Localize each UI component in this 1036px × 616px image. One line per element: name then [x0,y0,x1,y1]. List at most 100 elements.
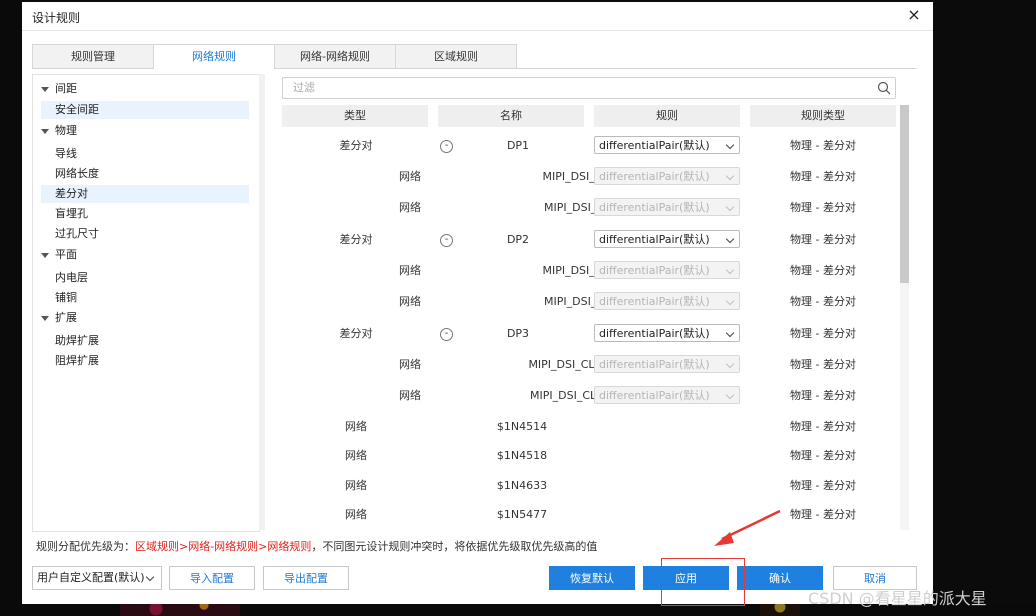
tree-item-diff-pair[interactable]: 差分对 [41,185,249,203]
header-rule-type: 规则类型 [750,105,896,127]
tree-item-solder-mask-expansion[interactable]: 阻焊扩展 [55,352,99,370]
tree-item-paste-expansion[interactable]: 助焊扩展 [55,332,99,350]
rule-select: differentialPair(默认) [594,198,740,216]
cell-type: 网络 [399,201,421,214]
cell-rule-type: 物理 - 差分对 [790,264,856,277]
restore-default-button[interactable]: 恢复默认 [549,566,635,590]
rule-select: differentialPair(默认) [594,167,740,185]
tree-item-blind-buried-via[interactable]: 盲埋孔 [55,205,88,223]
caret-down-icon[interactable] [41,315,49,321]
cell-rule-type: 物理 - 差分对 [790,201,856,214]
table-row[interactable]: 网络 MIPI_DSI_1P differentialPair(默认) 物理 - 差分… [282,287,902,317]
tree-node-plane[interactable]: 平面 [41,246,251,264]
filter-field [282,77,896,99]
cell-type: 网络 [399,264,421,277]
annotation-highlight-box [661,558,745,606]
rule-select: differentialPair(默认) [594,261,740,279]
import-config-button[interactable]: 导入配置 [169,566,255,590]
chevron-down-icon [725,296,735,306]
cell-rule-type: 物理 - 差分对 [790,420,856,433]
scrollbar-thumb[interactable] [900,105,909,283]
panel-splitter[interactable] [259,74,265,530]
collapse-icon[interactable]: - [440,140,453,153]
tab-rule-management[interactable]: 规则管理 [32,44,154,68]
chevron-down-icon [145,572,155,582]
dialog-title: 设计规则 [32,11,81,25]
cell-type: 网络 [399,358,421,371]
rule-select: differentialPair(默认) [594,355,740,373]
tree-item-net-length[interactable]: 网络长度 [55,165,99,183]
tree-item-inner-layer[interactable]: 内电层 [55,269,88,287]
chevron-down-icon [725,234,735,244]
caret-down-icon[interactable] [41,128,49,134]
cell-type: 差分对 [339,327,373,340]
tab-net-rules[interactable]: 网络规则 [153,44,275,69]
cell-name: $1N5477 [496,508,548,521]
cell-rule-type: 物理 - 差分对 [790,233,856,246]
caret-down-icon[interactable] [41,86,49,92]
rule-select[interactable]: differentialPair(默认) [594,230,740,248]
rule-select[interactable]: differentialPair(默认) [594,136,740,154]
config-select[interactable]: 用户自定义配置(默认) [32,566,162,590]
table-row[interactable]: 网络 MIPI_DSI_1N differentialPair(默认) 物理 - 差分… [282,256,902,286]
title-bar: 设计规则 × [22,2,933,31]
tree-node-physical[interactable]: 物理 [41,122,251,140]
caret-down-icon[interactable] [41,252,49,258]
table-row[interactable]: 网络 MIPI_DSI_0N differentialPair(默认) 物理 - 差分… [282,162,902,192]
search-icon[interactable] [877,81,891,95]
background-right [933,0,1036,616]
cell-name: $1N4633 [496,479,548,492]
table-row[interactable]: 网络 $1N4633 物理 - 差分对 [282,471,902,501]
table-row[interactable]: 网络 MIPI_DSI_0P differentialPair(默认) 物理 - 差分… [282,193,902,223]
filter-input[interactable] [291,78,855,98]
cell-rule-type: 物理 - 差分对 [790,358,856,371]
cell-rule-type: 物理 - 差分对 [790,295,856,308]
cell-rule-type: 物理 - 差分对 [790,139,856,152]
tree-item-track[interactable]: 导线 [55,145,77,163]
cell-type: 网络 [345,508,367,521]
table-row[interactable]: 差分对 - DP3 differentialPair(默认) 物理 - 差分对 [282,319,902,349]
table-row[interactable]: 差分对 - DP2 differentialPair(默认) 物理 - 差分对 [282,225,902,255]
tab-region-rules[interactable]: 区域规则 [395,44,517,68]
rule-select: differentialPair(默认) [594,292,740,310]
collapse-icon[interactable]: - [440,234,453,247]
cell-rule-type: 物理 - 差分对 [790,449,856,462]
tree-node-expansion[interactable]: 扩展 [41,309,251,327]
cell-name: DP2 [506,233,530,246]
cell-type: 差分对 [339,139,373,152]
rule-select[interactable]: differentialPair(默认) [594,324,740,342]
table-row[interactable]: 差分对 - DP1 differentialPair(默认) 物理 - 差分对 [282,131,902,161]
cell-type: 网络 [345,479,367,492]
cell-type: 网络 [399,170,421,183]
cell-rule-type: 物理 - 差分对 [790,327,856,340]
table-row[interactable]: 网络 MIPI_DSI_CLKN differentialPair(默认) 物理 - … [282,350,902,380]
chevron-down-icon [725,171,735,181]
tree-item-copper-pour[interactable]: 铺铜 [55,289,77,307]
rule-select: differentialPair(默认) [594,386,740,404]
close-icon[interactable]: × [906,6,922,24]
cell-rule-type: 物理 - 差分对 [790,479,856,492]
chevron-down-icon [725,328,735,338]
cell-rule-type: 物理 - 差分对 [790,389,856,402]
watermark: CSDN @看星星的派大星 [808,589,987,608]
header-rule: 规则 [594,105,740,127]
cell-name: DP3 [506,327,530,340]
cell-type: 网络 [345,420,367,433]
table-row[interactable]: 网络 $1N4514 物理 - 差分对 [282,412,902,442]
table-row[interactable]: 网络 MIPI_DSI_CLKP differentialPair(默认) 物理 - … [282,381,902,411]
chevron-down-icon [725,140,735,150]
tree-item-safety-spacing[interactable]: 安全间距 [41,101,249,119]
tree-item-via-size[interactable]: 过孔尺寸 [55,225,99,243]
header-type: 类型 [282,105,428,127]
cell-name: DP1 [506,139,530,152]
table-row[interactable]: 网络 $1N5477 物理 - 差分对 [282,500,902,530]
tab-net-to-net-rules[interactable]: 网络-网络规则 [274,44,396,68]
tree-node-spacing[interactable]: 间距 [41,80,251,98]
export-config-button[interactable]: 导出配置 [263,566,349,590]
collapse-icon[interactable]: - [440,328,453,341]
priority-note: 规则分配优先级为：区域规则>网络-网络规则>网络规则，不同图元设计规则冲突时，将… [36,540,598,553]
chevron-down-icon [725,202,735,212]
table-row[interactable]: 网络 $1N4518 物理 - 差分对 [282,441,902,471]
cell-type: 网络 [399,389,421,402]
priority-order: 区域规则>网络-网络规则>网络规则 [135,540,312,553]
